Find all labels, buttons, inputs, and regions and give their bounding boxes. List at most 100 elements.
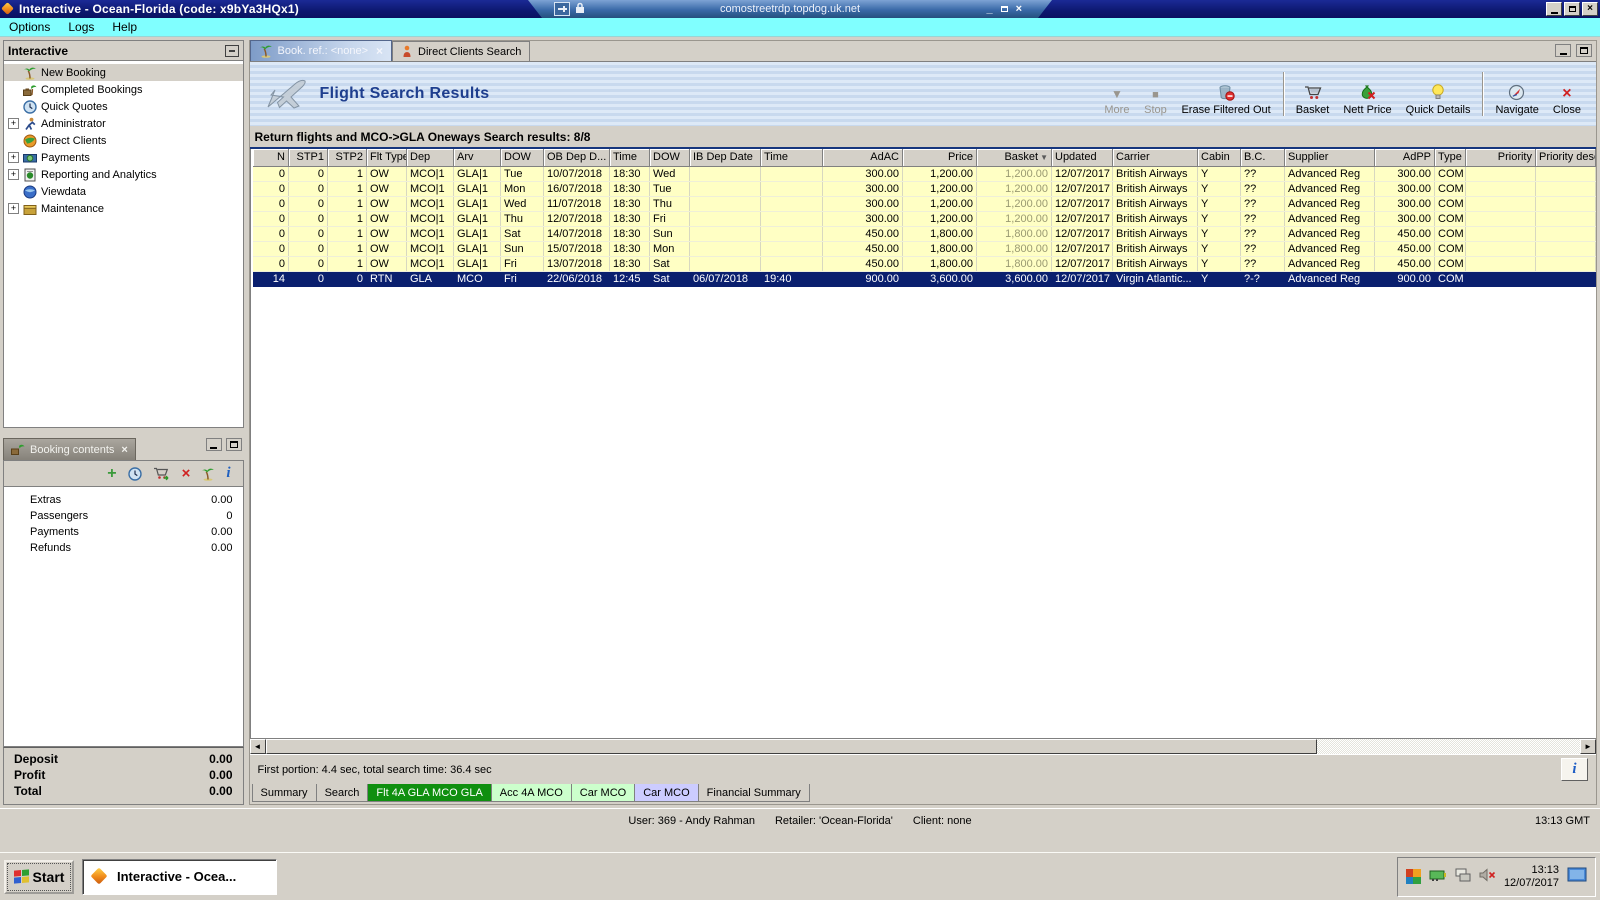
bottom-tab-summary[interactable]: Summary (251, 784, 317, 802)
column-header-priority[interactable]: Priority (1465, 149, 1536, 167)
close-button[interactable]: × Close (1546, 69, 1588, 119)
info-button[interactable]: i (226, 466, 230, 481)
column-header-flt-type[interactable]: Flt Type (366, 149, 407, 167)
scroll-left-icon[interactable]: ◄ (249, 739, 266, 754)
column-header-adac[interactable]: AdAC (822, 149, 903, 167)
column-header-basket[interactable]: Basket ▼ (976, 149, 1052, 167)
close-button[interactable]: × (1582, 2, 1598, 16)
expand-icon[interactable]: + (8, 118, 19, 129)
bottom-tab-search[interactable]: Search (315, 784, 369, 802)
palm-tree-button[interactable] (201, 467, 215, 481)
bottom-tab-flt-4a-gla-mco-gla[interactable]: Flt 4A GLA MCO GLA (367, 784, 492, 802)
horizontal-scrollbar[interactable]: ◄ ► (249, 738, 1596, 754)
start-button[interactable]: Start (4, 859, 74, 894)
scrollbar-track[interactable] (265, 739, 1580, 754)
sidebar-item-direct-clients[interactable]: Direct Clients (4, 132, 243, 149)
rdp-restore-button[interactable] (1001, 3, 1008, 15)
column-header-priority-descripti[interactable]: Priority descripti (1535, 149, 1596, 167)
table-row[interactable]: 0 0 1 OW MCO|1 GLA|1 Wed 11/07/2018 18:30 Thu 300.… (252, 196, 1596, 212)
rdp-close-button[interactable]: × (1016, 3, 1022, 15)
column-header-adpp[interactable]: AdPP (1374, 149, 1435, 167)
sidebar-item-completed-bookings[interactable]: Completed Bookings (4, 81, 243, 98)
column-header-b-c[interactable]: B.C. (1240, 149, 1285, 167)
table-row[interactable]: 0 0 1 OW MCO|1 GLA|1 Fri 13/07/2018 18:30 Sat 450.… (252, 256, 1596, 272)
taskbar-task-button[interactable]: Interactive - Ocea... (82, 858, 277, 895)
list-item[interactable]: Refunds 0.00 (4, 540, 243, 556)
column-header-ob-dep-d[interactable]: OB Dep D... (543, 149, 610, 167)
menu-options[interactable]: Options (0, 20, 59, 34)
scroll-right-icon[interactable]: ► (1580, 739, 1596, 754)
column-header-carrier[interactable]: Carrier (1112, 149, 1198, 167)
tab-book-ref-none[interactable]: Book. ref.: <none> × (249, 40, 393, 61)
view-maximize-button[interactable] (1576, 44, 1592, 57)
nett-price-button[interactable]: Nett Price (1336, 69, 1398, 119)
delete-button[interactable]: × (182, 466, 191, 481)
column-header-stp1[interactable]: STP1 (288, 149, 328, 167)
sidebar-item-payments[interactable]: + Payments (4, 149, 243, 166)
column-header-dow[interactable]: DOW (500, 149, 544, 167)
column-header-stp2[interactable]: STP2 (327, 149, 367, 167)
column-header-supplier[interactable]: Supplier (1284, 149, 1375, 167)
tray-icon-network-card[interactable] (1429, 869, 1447, 884)
bottom-tab-acc-4a-mco[interactable]: Acc 4A MCO (490, 784, 572, 802)
table-row[interactable]: 0 0 1 OW MCO|1 GLA|1 Sat 14/07/2018 18:30 Sun 450.… (252, 226, 1596, 242)
bottom-tab-car-mco[interactable]: Car MCO (634, 784, 699, 802)
tray-icon-remote-display[interactable] (1567, 867, 1587, 886)
expand-icon[interactable]: + (8, 203, 19, 214)
panel-maximize-button[interactable] (225, 438, 242, 451)
sidebar-item-quick-quotes[interactable]: Quick Quotes (4, 98, 243, 115)
column-header-updated[interactable]: Updated (1051, 149, 1113, 167)
restore-button[interactable] (1564, 2, 1580, 16)
column-header-price[interactable]: Price (902, 149, 977, 167)
list-item[interactable]: Extras 0.00 (4, 492, 243, 508)
view-minimize-button[interactable] (1555, 44, 1571, 57)
sidebar-item-new-booking[interactable]: New Booking (4, 64, 243, 81)
column-header-n[interactable]: N (252, 149, 289, 167)
panel-minimize-button[interactable] (205, 438, 222, 451)
table-row[interactable]: 0 0 1 OW MCO|1 GLA|1 Sun 15/07/2018 18:30 Mon 450.… (252, 241, 1596, 257)
basket-arrow-button[interactable] (153, 466, 171, 481)
minimize-button[interactable] (1546, 2, 1562, 16)
sidebar-item-maintenance[interactable]: + Maintenance (4, 200, 243, 217)
quick-details-button[interactable]: Quick Details (1399, 69, 1478, 119)
rdp-minimize-button[interactable]: _ (986, 3, 992, 15)
expand-icon[interactable]: + (8, 169, 19, 180)
navigate-button[interactable]: Navigate (1488, 69, 1545, 119)
column-header-ib-dep-date[interactable]: IB Dep Date (689, 149, 761, 167)
column-header-cabin[interactable]: Cabin (1197, 149, 1241, 167)
quick-quote-button[interactable] (127, 466, 142, 481)
tab-direct-clients-search[interactable]: Direct Clients Search (392, 41, 531, 61)
bottom-tab-car-mco[interactable]: Car MCO (570, 784, 636, 802)
menu-logs[interactable]: Logs (59, 20, 103, 34)
sidebar-item-viewdata[interactable]: Viewdata (4, 183, 243, 200)
menu-help[interactable]: Help (103, 20, 146, 34)
table-row[interactable]: 0 0 1 OW MCO|1 GLA|1 Thu 12/07/2018 18:30 Fri 300.… (252, 211, 1596, 227)
column-header-type[interactable]: Type (1434, 149, 1466, 167)
tray-icon-network[interactable] (1455, 868, 1471, 885)
tray-icon-volume-muted[interactable] (1479, 868, 1496, 885)
sidebar-item-reporting-and-analytics[interactable]: + Reporting and Analytics (4, 166, 243, 183)
column-header-dep[interactable]: Dep (406, 149, 454, 167)
table-row[interactable]: 0 0 1 OW MCO|1 GLA|1 Mon 16/07/2018 18:30 Tue 300.… (252, 181, 1596, 197)
list-item[interactable]: Payments 0.00 (4, 524, 243, 540)
rdp-pin-button[interactable] (554, 2, 570, 16)
column-header-time[interactable]: Time (760, 149, 823, 167)
table-row[interactable]: 0 0 1 OW MCO|1 GLA|1 Tue 10/07/2018 18:30 Wed 300.… (252, 166, 1596, 182)
close-tab-icon[interactable]: × (376, 44, 383, 58)
column-header-time[interactable]: Time (609, 149, 650, 167)
bottom-tab-financial-summary[interactable]: Financial Summary (697, 784, 810, 802)
list-item[interactable]: Passengers 0 (4, 508, 243, 524)
sidebar-collapse-button[interactable] (224, 44, 239, 57)
info-button[interactable]: i (1561, 758, 1588, 781)
expand-icon[interactable]: + (8, 152, 19, 163)
column-header-dow[interactable]: DOW (649, 149, 690, 167)
column-header-arv[interactable]: Arv (453, 149, 501, 167)
booking-contents-tab[interactable]: Booking contents × (3, 438, 136, 460)
scrollbar-thumb[interactable] (265, 739, 1318, 754)
table-row-selected[interactable]: 14 0 0 RTN GLA MCO Fri 22/06/2018 12:45 Sat 06/07/… (252, 271, 1596, 287)
add-button[interactable]: + (107, 465, 116, 481)
sidebar-item-administrator[interactable]: + Administrator (4, 115, 243, 132)
basket-button[interactable]: Basket (1289, 69, 1337, 119)
close-panel-icon[interactable]: × (121, 444, 127, 456)
erase-filtered-out-button[interactable]: Erase Filtered Out (1174, 69, 1277, 119)
